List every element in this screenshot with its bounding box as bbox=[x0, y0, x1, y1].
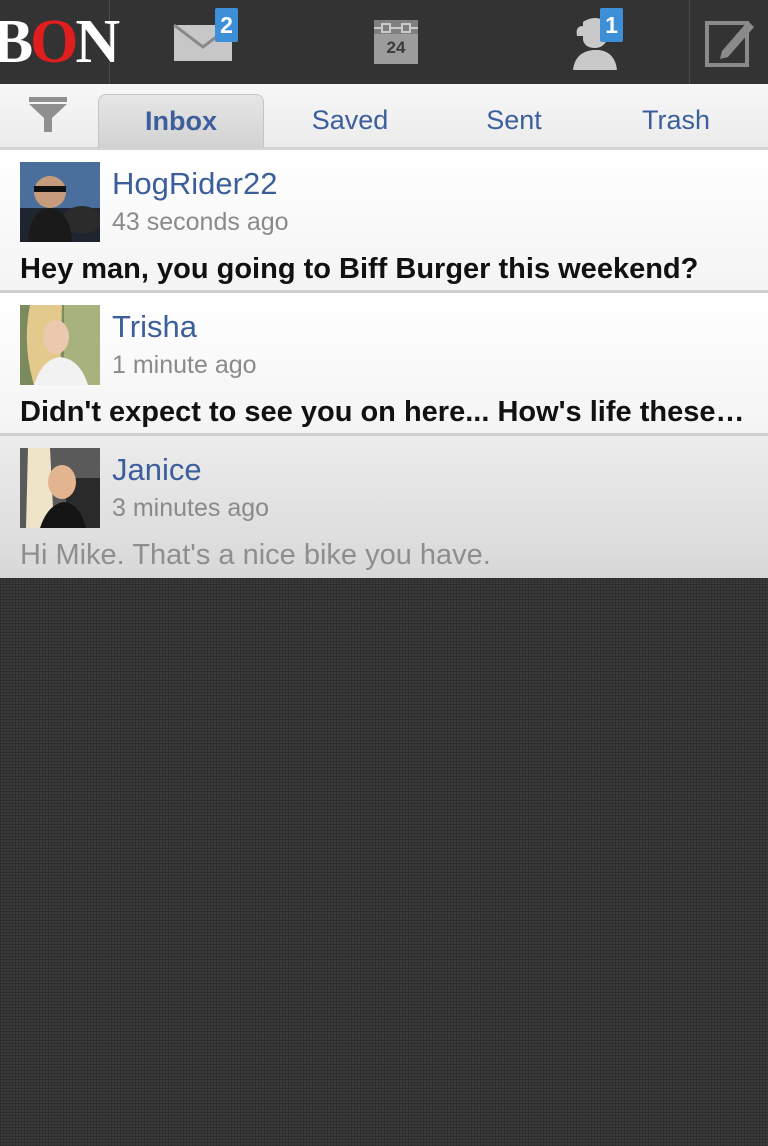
message-item[interactable]: Janice 3 minutes ago Hi Mike. That's a n… bbox=[0, 436, 768, 578]
compose-icon bbox=[704, 15, 754, 69]
filter-button[interactable] bbox=[4, 86, 92, 148]
calendar-day-label: 24 bbox=[386, 38, 406, 57]
logo-letter-n: N bbox=[75, 8, 120, 76]
tab-trash[interactable]: Trash bbox=[596, 94, 756, 147]
message-sender[interactable]: Janice bbox=[112, 452, 202, 488]
friends-badge: 1 bbox=[600, 8, 623, 42]
avatar[interactable] bbox=[20, 162, 100, 242]
logo-letter-o: O bbox=[30, 8, 78, 76]
tab-sent[interactable]: Sent bbox=[436, 94, 592, 147]
events-button[interactable]: 24 bbox=[366, 0, 426, 84]
compose-button[interactable] bbox=[689, 0, 768, 84]
messages-badge: 2 bbox=[215, 8, 238, 42]
message-sender[interactable]: HogRider22 bbox=[112, 166, 277, 202]
message-timestamp: 43 seconds ago bbox=[112, 208, 289, 236]
message-timestamp: 3 minutes ago bbox=[112, 494, 270, 522]
avatar[interactable] bbox=[20, 448, 100, 528]
message-item[interactable]: Trisha 1 minute ago Didn't expect to see… bbox=[0, 293, 768, 436]
tab-sent-label: Sent bbox=[486, 105, 542, 135]
tab-inbox[interactable]: Inbox bbox=[98, 94, 264, 148]
tab-saved[interactable]: Saved bbox=[270, 94, 430, 147]
message-sender[interactable]: Trisha bbox=[112, 309, 197, 345]
tab-trash-label: Trash bbox=[641, 105, 710, 135]
action-bar: BON 2 24 1 bbox=[0, 0, 768, 84]
filter-icon bbox=[28, 96, 68, 139]
message-preview: Didn't expect to see you on here... How'… bbox=[20, 396, 750, 428]
message-timestamp: 1 minute ago bbox=[112, 351, 257, 379]
message-preview: Hey man, you going to Biff Burger this w… bbox=[20, 253, 699, 285]
calendar-icon: 24 bbox=[372, 18, 420, 66]
logo-letter-b: B bbox=[0, 8, 33, 76]
tab-saved-label: Saved bbox=[311, 105, 389, 135]
app-logo[interactable]: BON bbox=[0, 0, 120, 84]
message-item[interactable]: HogRider22 43 seconds ago Hey man, you g… bbox=[0, 150, 768, 293]
mailbox-tab-bar: Inbox Saved Sent Trash bbox=[0, 84, 768, 150]
message-preview: Hi Mike. That's a nice bike you have. bbox=[20, 539, 491, 571]
message-list: HogRider22 43 seconds ago Hey man, you g… bbox=[0, 150, 768, 578]
avatar[interactable] bbox=[20, 305, 100, 385]
tab-inbox-label: Inbox bbox=[145, 106, 217, 136]
friends-button[interactable]: 1 bbox=[560, 0, 630, 84]
messages-button[interactable]: 2 bbox=[160, 0, 246, 84]
